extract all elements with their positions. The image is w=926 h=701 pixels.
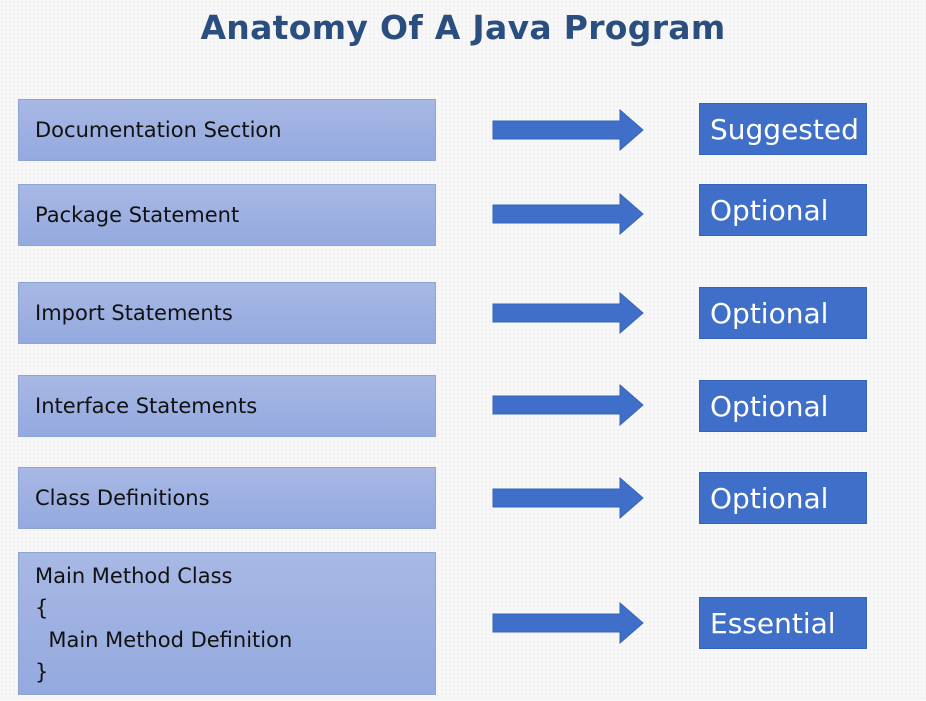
section-line: } [35, 659, 49, 684]
section-label: Interface Statements [35, 394, 258, 418]
section-line: Main Method Class [35, 563, 233, 588]
section-main-method-class: Main Method Class { Main Method Definiti… [18, 552, 436, 695]
section-label: Documentation Section [35, 118, 282, 142]
status-badge-suggested: Suggested [699, 103, 867, 155]
section-import: Import Statements [18, 282, 436, 344]
status-badge-optional: Optional [699, 184, 867, 236]
section-interface: Interface Statements [18, 375, 436, 437]
section-label: Class Definitions [35, 486, 210, 510]
section-class-definitions: Class Definitions [18, 467, 436, 529]
status-label: Suggested [710, 112, 859, 146]
section-documentation: Documentation Section [18, 99, 436, 161]
right-arrow-icon [492, 602, 644, 644]
section-line: { [35, 595, 49, 620]
right-arrow-icon [492, 477, 644, 519]
status-badge-optional: Optional [699, 472, 867, 524]
status-badge-optional: Optional [699, 380, 867, 432]
section-label: Import Statements [35, 301, 233, 325]
section-line: Main Method Definition [35, 627, 293, 652]
status-label: Optional [710, 389, 829, 423]
right-arrow-icon [492, 292, 644, 334]
right-arrow-icon [492, 384, 644, 426]
section-package: Package Statement [18, 184, 436, 246]
right-arrow-icon [492, 193, 644, 235]
status-label: Optional [710, 296, 829, 330]
status-label: Essential [710, 606, 836, 640]
status-badge-optional: Optional [699, 287, 867, 339]
status-label: Optional [710, 193, 829, 227]
section-label: Package Statement [35, 203, 240, 227]
right-arrow-icon [492, 109, 644, 151]
page-title: Anatomy Of A Java Program [200, 8, 726, 47]
status-badge-essential: Essential [699, 597, 867, 649]
status-label: Optional [710, 481, 829, 515]
